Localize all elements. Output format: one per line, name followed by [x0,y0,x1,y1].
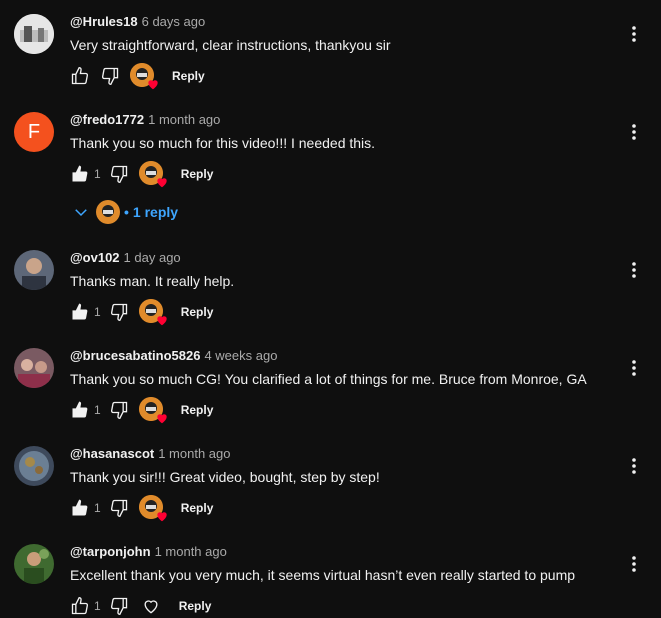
thumbs-up-icon [72,303,88,320]
comment-text: Thank you sir!!! Great video, bought, st… [70,469,380,485]
author-handle[interactable]: @brucesabatino5826 [70,348,200,363]
timestamp[interactable]: 1 month ago [148,112,220,127]
dislike-button[interactable] [107,594,131,618]
like-count: 1 [94,305,101,319]
heart-button[interactable] [139,594,163,618]
dislike-button[interactable] [107,398,131,422]
comment-text: Excellent thank you very much, it seems … [70,567,576,583]
thumbs-up-icon [71,596,89,615]
creator-heart-icon [130,63,158,90]
like-button[interactable] [68,162,92,186]
more-vert-icon[interactable] [627,554,641,574]
avatar[interactable] [14,14,54,54]
thumbs-down-icon [101,67,119,86]
like-button[interactable] [68,300,92,324]
author-handle[interactable]: @fredo1772 [70,112,144,127]
comment-text: Thank you so much CG! You clarified a lo… [70,371,587,387]
author-handle[interactable]: @tarponjohn [70,544,151,559]
like-button[interactable] [68,594,92,618]
replies-label: 1 reply [132,204,179,220]
dislike-button[interactable] [107,162,131,186]
reply-button[interactable]: Reply [181,167,214,181]
comment-text: Very straightforward, clear instructions… [70,37,391,53]
more-vert-icon[interactable] [627,122,641,142]
timestamp[interactable]: 1 month ago [158,446,230,461]
thumbs-down-icon [110,165,127,184]
comment-header: @tarponjohn 1 month ago [70,544,227,560]
more-vert-icon[interactable] [627,24,641,44]
avatar[interactable] [14,446,54,486]
comment-header: @hasanascot 1 month ago [70,446,231,462]
thumbs-up-icon [71,66,89,85]
author-handle[interactable]: @ov102 [70,250,120,265]
thumbs-up-icon [72,499,88,516]
comment-actions: Reply [68,63,205,90]
like-count: 1 [94,403,101,417]
reply-button[interactable]: Reply [172,69,205,83]
dislike-button[interactable] [98,64,122,88]
thumbs-down-icon [110,303,127,322]
timestamp[interactable]: 1 month ago [155,544,227,559]
comment-header: @brucesabatino5826 4 weeks ago [70,348,277,364]
avatar[interactable]: F [14,112,54,152]
reply-button[interactable]: Reply [181,403,214,417]
comment-actions: 1 Reply [68,161,214,188]
dislike-button[interactable] [107,300,131,324]
author-handle[interactable]: @hasanascot [70,446,154,461]
like-count: 1 [94,599,101,613]
comment-text: Thank you so much for this video!!! I ne… [70,135,376,151]
view-replies-button[interactable]: • 1 reply [72,200,178,224]
avatar-letter: F [27,120,41,143]
chevron-down-icon [75,209,87,217]
creator-heart-icon [138,397,167,424]
thumbs-up-icon [72,401,88,418]
creator-heart-icon [138,495,167,522]
avatar[interactable] [14,348,54,388]
like-button[interactable] [68,64,92,88]
dislike-button[interactable] [107,496,131,520]
creator-heart-icon [138,299,167,326]
comment-header: @Hrules18 6 days ago [70,14,205,30]
comment-header: @ov102 1 day ago [70,250,181,266]
thumbs-down-icon [110,401,127,420]
reply-button[interactable]: Reply [181,305,214,319]
comment-actions: 1 Reply [68,495,214,522]
reply-button[interactable]: Reply [181,501,214,515]
like-count: 1 [94,501,101,515]
comment-text: Thanks man. It really help. [70,273,235,289]
timestamp[interactable]: 1 day ago [124,250,181,265]
separator-dot: • [124,204,129,220]
more-vert-icon[interactable] [627,358,641,378]
thumbs-down-icon [110,499,127,518]
more-vert-icon[interactable] [627,456,641,476]
comment-actions: 1 Reply [68,594,211,618]
creator-heart-icon [138,161,167,188]
avatar[interactable] [14,250,54,290]
timestamp[interactable]: 6 days ago [142,14,206,29]
like-button[interactable] [68,496,92,520]
heart-outline-icon [144,600,158,614]
timestamp[interactable]: 4 weeks ago [204,348,277,363]
creator-avatar [96,200,120,224]
comment-actions: 1 Reply [68,299,214,326]
comment-header: @fredo1772 1 month ago [70,112,220,128]
like-count: 1 [94,167,101,181]
thumbs-down-icon [110,597,127,616]
avatar[interactable] [14,544,54,584]
thumbs-up-icon [72,165,88,182]
more-vert-icon[interactable] [627,260,641,280]
author-handle[interactable]: @Hrules18 [70,14,138,29]
reply-button[interactable]: Reply [179,599,212,613]
like-button[interactable] [68,398,92,422]
comment-actions: 1 Reply [68,397,214,424]
